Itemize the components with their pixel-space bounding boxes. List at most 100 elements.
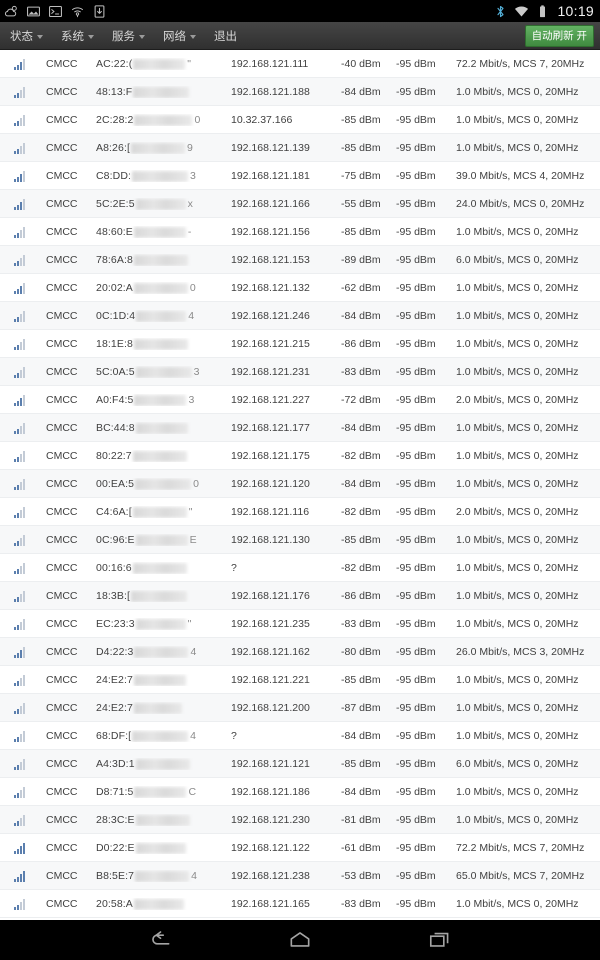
signal-strength-icon [14,169,46,182]
mac-visible-suffix: 9 [186,141,193,154]
table-row[interactable]: CMCC 20:58:A 192.168.121.165 -83 dBm -95 dBm… [0,890,600,918]
mac-redaction-blur [134,395,187,406]
table-row[interactable]: CMCC 28:3C:E 192.168.121.230 -81 dBm -95 dBm… [0,806,600,834]
mac-redaction-blur [136,311,187,322]
cell-ssid: CMCC [46,897,78,910]
mac-visible-prefix: 48:60:E [96,225,133,238]
table-row[interactable]: CMCC D4:22:3 4 192.168.121.162 -80 dBm -95 dB… [0,638,600,666]
mac-visible-suffix: E [189,533,197,546]
mac-visible-prefix: 24:E2:7 [96,701,133,714]
table-row[interactable]: CMCC 48:13:F 192.168.121.188 -84 dBm -95 dBm… [0,78,600,106]
table-row[interactable]: CMCC AC:22:(" 192.168.121.111 -40 dBm -95 dB… [0,50,600,78]
back-button[interactable] [147,927,173,953]
table-row[interactable]: CMCC 5C:0A:5 3 192.168.121.231 -83 dBm -95 dB… [0,358,600,386]
menu-item-system-label: 系统 [61,30,84,43]
menu-item-services[interactable]: 服务 [112,28,145,44]
signal-strength-icon [14,309,46,322]
table-row[interactable]: CMCC 0C:1D:4 4 192.168.121.246 -84 dBm -95 dB… [0,302,600,330]
table-row[interactable]: CMCC 00:EA:5 0 192.168.121.120 -84 dBm -95 dB… [0,470,600,498]
menu-item-system[interactable]: 系统 [61,28,94,44]
cell-rx-rate: 24.0 Mbit/s, MCS 0, 20MHz [456,197,585,210]
cell-noise: -95 dBm [396,701,436,714]
cell-mac-address: A8:26:[9 [96,142,231,154]
cell-ssid: CMCC [46,701,78,714]
mac-visible-suffix: 0 [189,281,196,294]
signal-strength-icon [14,253,46,266]
table-row[interactable]: CMCC D0:22:E 192.168.121.122 -61 dBm -95 dBm… [0,834,600,862]
table-row[interactable]: CMCC 5C:2E:5 x 192.168.121.166 -55 dBm -95 dB… [0,190,600,218]
signal-strength-icon [14,533,46,546]
menu-item-logout[interactable]: 退出 [214,28,237,44]
cell-ip-address: 192.168.121.132 [231,281,310,294]
table-row[interactable]: CMCC C8:DD: 3 192.168.121.181 -75 dBm -95 dBm… [0,162,600,190]
cell-signal: -89 dBm [341,253,381,266]
cell-ip-address: 192.168.121.176 [231,589,310,602]
cell-noise: -95 dBm [396,365,436,378]
mac-redaction-blur [133,703,182,714]
cell-noise: -95 dBm [396,617,436,630]
cell-rx-rate: 1.0 Mbit/s, MCS 0, 20MHz [456,897,579,910]
cell-ssid: CMCC [46,57,78,70]
table-row[interactable]: CMCC D8:71:5 C 192.168.121.186 -84 dBm -95 dB… [0,778,600,806]
cell-ssid: CMCC [46,169,78,182]
mac-visible-suffix: - [187,225,192,238]
cell-ip-address: 192.168.121.156 [231,225,310,238]
mac-visible-prefix: 78:6A:8 [96,253,133,266]
signal-strength-icon [14,365,46,378]
table-row[interactable]: CMCC 24:E2:7 192.168.121.221 -85 dBm -95 dBm… [0,666,600,694]
auto-refresh-toggle[interactable]: 自动刷新 开 [524,24,594,47]
cell-rx-rate: 1.0 Mbit/s, MCS 0, 20MHz [456,421,579,434]
menu-item-network-label: 网络 [163,30,186,43]
cell-noise: -95 dBm [396,281,436,294]
table-row[interactable]: CMCC A0:F4:5 3 192.168.121.227 -72 dBm -95 dB… [0,386,600,414]
mac-visible-prefix: 2C:28:2 [96,113,134,126]
associated-stations-table[interactable]: CMCC AC:22:(" 192.168.121.111 -40 dBm -95 dB… [0,50,600,920]
cell-mac-address: 48:60:E - [96,226,231,238]
cell-rx-rate: 2.0 Mbit/s, MCS 0, 20MHz [456,505,579,518]
cell-ip-address: 192.168.121.231 [231,365,310,378]
mac-redaction-blur [133,675,186,686]
table-row[interactable]: CMCC 24:E2:7 192.168.121.200 -87 dBm -95 dBm… [0,694,600,722]
table-body: CMCC AC:22:(" 192.168.121.111 -40 dBm -95 dB… [0,50,600,918]
menu-item-status[interactable]: 状态 [10,28,43,44]
table-row[interactable]: CMCC B8:5E:7 4 192.168.121.238 -53 dBm -95 dB… [0,862,600,890]
cell-signal: -84 dBm [341,785,381,798]
table-row[interactable]: CMCC BC:44:8 192.168.121.177 -84 dBm -95 dBm… [0,414,600,442]
cell-signal: -85 dBm [341,225,381,238]
signal-strength-icon [14,673,46,686]
cell-ip-address: 192.168.121.177 [231,421,310,434]
table-row[interactable]: CMCC C4:6A:[" 192.168.121.116 -82 dBm -95 dB… [0,498,600,526]
table-row[interactable]: CMCC A4:3D:1 192.168.121.121 -85 dBm -95 dBm… [0,750,600,778]
cell-signal: -84 dBm [341,309,381,322]
cell-signal: -61 dBm [341,841,381,854]
home-button[interactable] [287,927,313,953]
signal-strength-icon [14,113,46,126]
table-row[interactable]: CMCC 20:02:A 0 192.168.121.132 -62 dBm -95 dB… [0,274,600,302]
table-row[interactable]: CMCC EC:23:3 " 192.168.121.235 -83 dBm -95 dB… [0,610,600,638]
table-row[interactable]: CMCC 00:16:6? -82 dBm -95 dBm 1.0 Mbit/s, MC… [0,554,600,582]
table-row[interactable]: CMCC 2C:28:2 0 10.32.37.166 -85 dBm -95 dBm 1.… [0,106,600,134]
table-row[interactable]: CMCC A8:26:[9 192.168.121.139 -85 dBm -95 dB… [0,134,600,162]
table-row[interactable]: CMCC 48:60:E - 192.168.121.156 -85 dBm -95 dB… [0,218,600,246]
mac-visible-suffix: x [187,197,193,210]
menu-item-network[interactable]: 网络 [163,28,196,44]
cell-ssid: CMCC [46,421,78,434]
mac-visible-prefix: 20:58:A [96,897,133,910]
table-row[interactable]: CMCC 80:22:7 192.168.121.175 -82 dBm -95 dBm… [0,442,600,470]
recents-button[interactable] [427,927,453,953]
mac-redaction-blur [134,647,189,658]
signal-strength-icon [14,841,46,854]
table-row[interactable]: CMCC 18:1E:8 192.168.121.215 -86 dBm -95 dBm… [0,330,600,358]
signal-strength-icon [14,757,46,770]
cell-ip-address: ? [231,561,237,574]
table-row[interactable]: CMCC 78:6A:8 192.168.121.153 -89 dBm -95 dBm… [0,246,600,274]
mac-redaction-blur [135,479,192,490]
cell-ip-address: 192.168.121.116 [231,505,310,518]
cell-signal: -84 dBm [341,729,381,742]
table-row[interactable]: CMCC 0C:96:E E 192.168.121.130 -85 dBm -95 dB… [0,526,600,554]
mac-visible-suffix: " [187,57,192,70]
mac-visible-prefix: BC:44:8 [96,421,135,434]
table-row[interactable]: CMCC 68:DF:[4? -84 dBm -95 dBm 1.0 Mbit/s, M… [0,722,600,750]
table-row[interactable]: CMCC 18:3B:[192.168.121.176 -86 dBm -95 dBm… [0,582,600,610]
cell-rx-rate: 1.0 Mbit/s, MCS 0, 20MHz [456,673,579,686]
